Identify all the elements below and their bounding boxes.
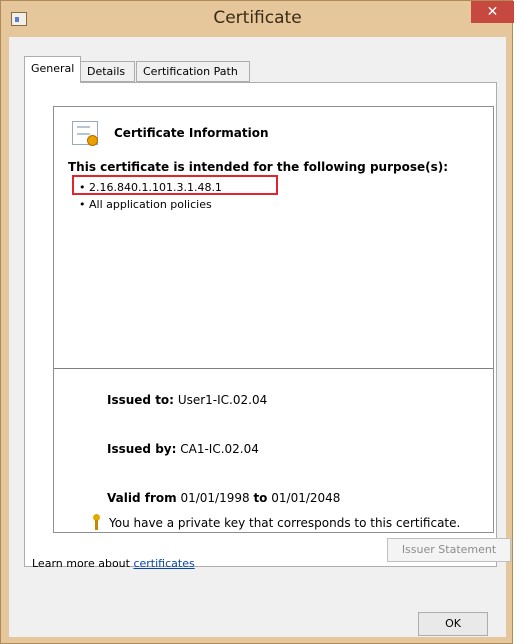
- dialog-window: Certificate ✕ General Details Certificat…: [0, 0, 514, 644]
- valid-from-value: 01/01/1998: [180, 491, 250, 505]
- private-key-note: You have a private key that corresponds …: [109, 516, 461, 530]
- issued-by-value: CA1-IC.02.04: [180, 442, 259, 456]
- ok-button[interactable]: OK: [418, 612, 488, 636]
- certificate-information-box: Certificate Information This certificate…: [53, 106, 494, 533]
- window-title: Certificate: [213, 8, 302, 28]
- close-button[interactable]: ✕: [471, 1, 514, 23]
- validity-row: Valid from 01/01/1998 to 01/01/2048: [107, 491, 340, 505]
- valid-to-value: 01/01/2048: [271, 491, 341, 505]
- issuer-statement-button[interactable]: Issuer Statement: [387, 538, 511, 562]
- learn-more: Learn more about certificates: [32, 557, 195, 570]
- issued-by-row: Issued by: CA1-IC.02.04: [107, 442, 259, 456]
- purpose-item-all-policies: • All application policies: [79, 198, 212, 211]
- purpose-heading: This certificate is intended for the fol…: [68, 160, 449, 174]
- certificates-link[interactable]: certificates: [133, 557, 194, 570]
- dialog-body: General Details Certification Path Certi…: [9, 37, 511, 637]
- issued-to-value: User1-IC.02.04: [177, 393, 268, 407]
- valid-from-label: Valid from: [107, 491, 177, 505]
- title-bar[interactable]: Certificate ✕: [1, 1, 514, 37]
- tab-certification-path[interactable]: Certification Path: [136, 61, 250, 82]
- learn-more-text: Learn more about: [32, 557, 134, 570]
- certificate-information-title: Certificate Information: [114, 126, 269, 140]
- issued-by-label: Issued by:: [107, 442, 177, 456]
- general-tab-panel: Certificate Information This certificate…: [24, 82, 511, 567]
- oid-highlight-box: [72, 175, 278, 195]
- divider: [54, 368, 493, 369]
- key-icon: [93, 514, 100, 531]
- tab-details[interactable]: Details: [80, 61, 135, 82]
- certificate-icon: [72, 121, 98, 146]
- issued-to-label: Issued to:: [107, 393, 174, 407]
- tab-general[interactable]: General: [24, 56, 81, 83]
- issued-to-row: Issued to: User1-IC.02.04: [107, 393, 267, 407]
- valid-to-label: to: [253, 491, 268, 505]
